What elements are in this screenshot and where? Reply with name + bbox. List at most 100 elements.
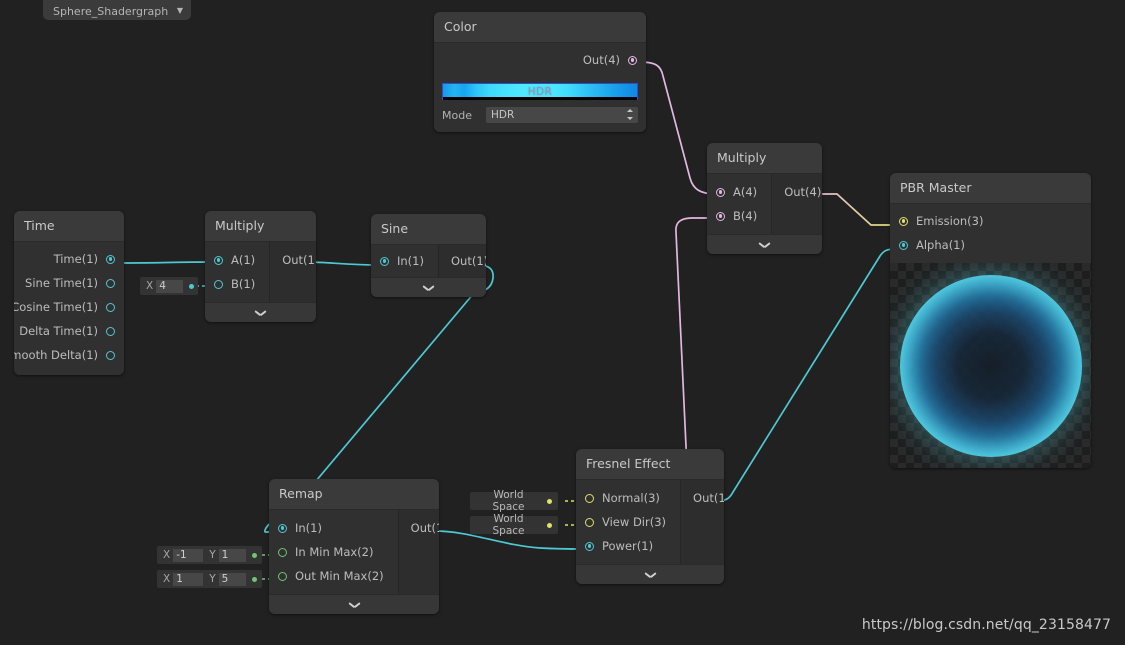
stepper-icon[interactable] bbox=[626, 109, 633, 120]
node-collapse-toggle[interactable] bbox=[707, 234, 822, 254]
port-dot-cyan-icon[interactable] bbox=[106, 302, 115, 312]
port-dot-yellow-icon[interactable] bbox=[899, 216, 908, 226]
fresnel-normal-space-select[interactable]: World Space bbox=[470, 489, 558, 513]
port-dot-cyan-icon[interactable] bbox=[380, 256, 389, 266]
chevron-down-icon[interactable] bbox=[423, 285, 434, 291]
chevron-down-icon[interactable] bbox=[349, 602, 360, 608]
color-mode-label: Mode bbox=[442, 108, 472, 122]
port-fresnel-normal[interactable]: Normal(3) bbox=[576, 486, 680, 510]
remap-in-max-input[interactable]: 1 bbox=[218, 548, 246, 562]
port-dot-cyan-icon[interactable] bbox=[106, 254, 115, 264]
port-label: Out(1) bbox=[282, 253, 316, 267]
port-dot-cyan-icon[interactable] bbox=[214, 255, 223, 265]
port-pbr-alpha[interactable]: Alpha(1) bbox=[890, 233, 1091, 257]
port-dot-pink-icon[interactable] bbox=[628, 55, 637, 65]
port-dot-pink-icon[interactable] bbox=[716, 211, 725, 221]
node-multiply-first[interactable]: Multiply A(1) B(1) Out(1) bbox=[205, 211, 316, 322]
port-pbr-emission[interactable]: Emission(3) bbox=[890, 209, 1091, 233]
port-remap-in-min-max[interactable]: In Min Max(2) bbox=[269, 540, 398, 564]
graph-tab[interactable]: Sphere_Shadergraph ▼ bbox=[43, 0, 191, 20]
port-fresnel-view-dir[interactable]: View Dir(3) bbox=[576, 510, 680, 534]
color-swatch[interactable]: HDR bbox=[442, 83, 638, 100]
node-color-title: Color bbox=[434, 12, 646, 43]
port-multiply2-out4[interactable]: Out(4) bbox=[772, 180, 822, 204]
port-sine-in1[interactable]: In(1) bbox=[371, 249, 438, 273]
remap-out-min-input[interactable]: 1 bbox=[173, 572, 204, 586]
widget-dot-yellow-icon bbox=[547, 522, 552, 528]
port-multiply-b1[interactable]: B(1) bbox=[205, 272, 269, 296]
port-fresnel-power[interactable]: Power(1) bbox=[576, 534, 680, 558]
port-time-time[interactable]: Time(1) bbox=[14, 247, 124, 271]
port-label: View Dir(3) bbox=[602, 515, 667, 529]
node-fresnel-effect[interactable]: Fresnel Effect Normal(3) View Dir(3) Pow… bbox=[576, 449, 724, 584]
chevron-down-icon[interactable] bbox=[255, 310, 266, 316]
port-dot-cyan-icon[interactable] bbox=[585, 541, 594, 551]
port-multiply-a1[interactable]: A(1) bbox=[205, 248, 269, 272]
port-multiply-out1[interactable]: Out(1) bbox=[270, 248, 316, 272]
port-remap-in1[interactable]: In(1) bbox=[269, 516, 398, 540]
remap-out-min-max-widget[interactable]: X 1 Y 5 bbox=[157, 570, 262, 588]
port-dot-cyan-icon[interactable] bbox=[106, 350, 115, 360]
pbr-master-preview[interactable] bbox=[890, 263, 1091, 468]
port-dot-cyan-icon[interactable] bbox=[106, 326, 115, 336]
wire-fresnel-to-alpha bbox=[717, 248, 897, 502]
graph-tab-label: Sphere_Shadergraph bbox=[53, 5, 169, 18]
node-pbr-master-title: PBR Master bbox=[890, 173, 1091, 204]
port-time-cosine-time[interactable]: Cosine Time(1) bbox=[14, 295, 124, 319]
fresnel-viewdir-space-select[interactable]: World Space bbox=[470, 513, 558, 537]
port-dot-cyan-icon[interactable] bbox=[214, 279, 223, 289]
node-collapse-toggle[interactable] bbox=[576, 564, 724, 584]
node-time[interactable]: Time Time(1) Sine Time(1) Cosine Time(1)… bbox=[14, 211, 124, 375]
color-mode-row: Mode HDR bbox=[442, 107, 638, 123]
port-dot-yellow-icon[interactable] bbox=[585, 517, 594, 527]
port-label: B(1) bbox=[231, 277, 256, 291]
port-time-delta-time[interactable]: Delta Time(1) bbox=[14, 319, 124, 343]
port-fresnel-out1[interactable]: Out(1) bbox=[681, 486, 724, 510]
port-remap-out1[interactable]: Out(1) bbox=[399, 516, 439, 540]
remap-in-min-input[interactable]: -1 bbox=[173, 548, 204, 562]
remap-out-max-input[interactable]: 5 bbox=[218, 572, 246, 586]
port-time-sine-time[interactable]: Sine Time(1) bbox=[14, 271, 124, 295]
port-label: Out(1) bbox=[693, 491, 724, 505]
port-dot-yellow-icon[interactable] bbox=[585, 493, 594, 503]
port-dot-cyan-icon[interactable] bbox=[899, 240, 908, 250]
node-multiply-second[interactable]: Multiply A(4) B(4) Out(4) bbox=[707, 143, 822, 254]
chevron-down-icon[interactable]: ▼ bbox=[177, 7, 183, 18]
port-dot-green-icon[interactable] bbox=[278, 547, 287, 557]
node-sine[interactable]: Sine In(1) Out(1) bbox=[371, 214, 486, 297]
port-remap-out-min-max[interactable]: Out Min Max(2) bbox=[269, 564, 398, 588]
multiply-b-value-input[interactable]: 4 bbox=[156, 279, 183, 293]
chevron-down-icon[interactable] bbox=[759, 242, 770, 248]
port-dot-green-icon[interactable] bbox=[278, 571, 287, 581]
port-label: Normal(3) bbox=[602, 491, 660, 505]
multiply-b-value-widget[interactable]: X 4 bbox=[140, 277, 198, 295]
remap-in-min-max-widget[interactable]: X -1 Y 1 bbox=[157, 546, 262, 564]
chevron-down-icon[interactable] bbox=[645, 572, 656, 578]
node-collapse-toggle[interactable] bbox=[269, 594, 439, 614]
wire-time-to-multiply-a bbox=[119, 261, 215, 264]
node-sine-title: Sine bbox=[371, 214, 486, 245]
axis-label-x: X bbox=[163, 549, 171, 561]
port-label: Out Min Max(2) bbox=[295, 569, 384, 583]
node-collapse-toggle[interactable] bbox=[205, 302, 316, 322]
port-time-smooth-delta[interactable]: Smooth Delta(1) bbox=[14, 343, 124, 367]
shader-graph-canvas[interactable]: Sphere_Shadergraph ▼ Time Time(1) Sine T… bbox=[0, 0, 1125, 645]
color-swatch-hdr-label: HDR bbox=[527, 85, 553, 98]
node-color[interactable]: Color Out(4) HDR Mode HDR bbox=[434, 12, 646, 132]
port-dot-cyan-icon[interactable] bbox=[278, 523, 287, 533]
widget-dot-cyan-icon bbox=[189, 283, 194, 289]
node-time-title: Time bbox=[14, 211, 124, 242]
port-dot-pink-icon[interactable] bbox=[716, 187, 725, 197]
color-mode-select[interactable]: HDR bbox=[486, 107, 638, 123]
port-multiply2-a4[interactable]: A(4) bbox=[707, 180, 771, 204]
port-color-out4[interactable]: Out(4) bbox=[434, 48, 646, 72]
node-remap[interactable]: Remap In(1) In Min Max(2) Out Min Max(2) bbox=[269, 479, 439, 614]
port-multiply2-b4[interactable]: B(4) bbox=[707, 204, 771, 228]
port-label: Sine Time(1) bbox=[25, 276, 98, 290]
port-dot-cyan-icon[interactable] bbox=[106, 278, 115, 288]
node-pbr-master[interactable]: PBR Master Emission(3) Alpha(1) bbox=[890, 173, 1091, 468]
port-sine-out1[interactable]: Out(1) bbox=[439, 249, 486, 273]
port-label: Emission(3) bbox=[916, 214, 984, 228]
fresnel-viewdir-space-value: World Space bbox=[492, 513, 525, 537]
node-collapse-toggle[interactable] bbox=[371, 277, 486, 297]
